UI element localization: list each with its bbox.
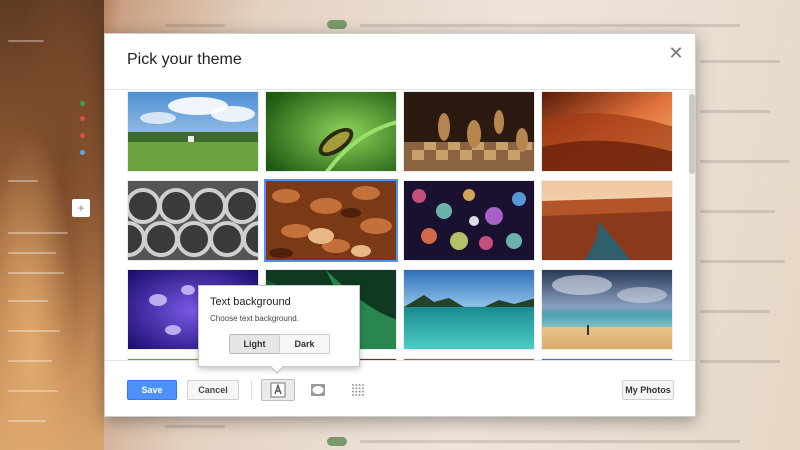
light-option-button[interactable]: Light	[229, 334, 280, 354]
theme-thumbnail-selected[interactable]	[264, 179, 398, 262]
text-background-button[interactable]	[261, 379, 295, 401]
footer-divider	[105, 360, 695, 361]
theme-grid	[105, 90, 695, 360]
theme-thumbnail[interactable]	[127, 180, 259, 261]
theme-thumbnail[interactable]	[265, 91, 397, 172]
scrollbar-thumb[interactable]	[689, 94, 695, 174]
theme-thumbnail[interactable]	[541, 91, 673, 172]
theme-thumbnail[interactable]	[541, 180, 673, 261]
theme-picker-dialog: Pick your theme ✕ Save Cancel My Photos	[104, 33, 696, 417]
text-background-icon	[270, 382, 286, 398]
save-button[interactable]: Save	[127, 380, 177, 400]
blur-button[interactable]	[341, 379, 375, 401]
theme-thumbnail[interactable]	[127, 91, 259, 172]
label-dot	[80, 133, 85, 138]
popup-title: Text background	[210, 296, 291, 308]
vignette-icon	[311, 384, 325, 396]
label-dot	[80, 101, 85, 106]
background-plus-icon: +	[72, 199, 90, 217]
dark-option-button[interactable]: Dark	[279, 334, 330, 354]
theme-thumbnail[interactable]	[403, 180, 535, 261]
popup-description: Choose text background.	[210, 314, 299, 323]
vignette-button[interactable]	[301, 379, 335, 401]
popup-arrow	[269, 365, 285, 374]
cancel-button[interactable]: Cancel	[187, 380, 239, 400]
blur-icon	[352, 384, 364, 396]
theme-thumbnail[interactable]	[403, 91, 535, 172]
label-dot	[80, 116, 85, 121]
toolbar-separator	[251, 380, 252, 400]
grid-scrollbar[interactable]	[689, 90, 695, 360]
dialog-title: Pick your theme	[127, 51, 242, 68]
background-sidebar	[0, 0, 104, 450]
label-dot	[80, 150, 85, 155]
text-background-popup: Text background Choose text background. …	[198, 285, 360, 374]
theme-thumbnail[interactable]	[541, 269, 673, 350]
my-photos-button[interactable]: My Photos	[622, 380, 674, 400]
theme-thumbnail[interactable]	[403, 269, 535, 350]
close-icon[interactable]: ✕	[667, 44, 685, 62]
